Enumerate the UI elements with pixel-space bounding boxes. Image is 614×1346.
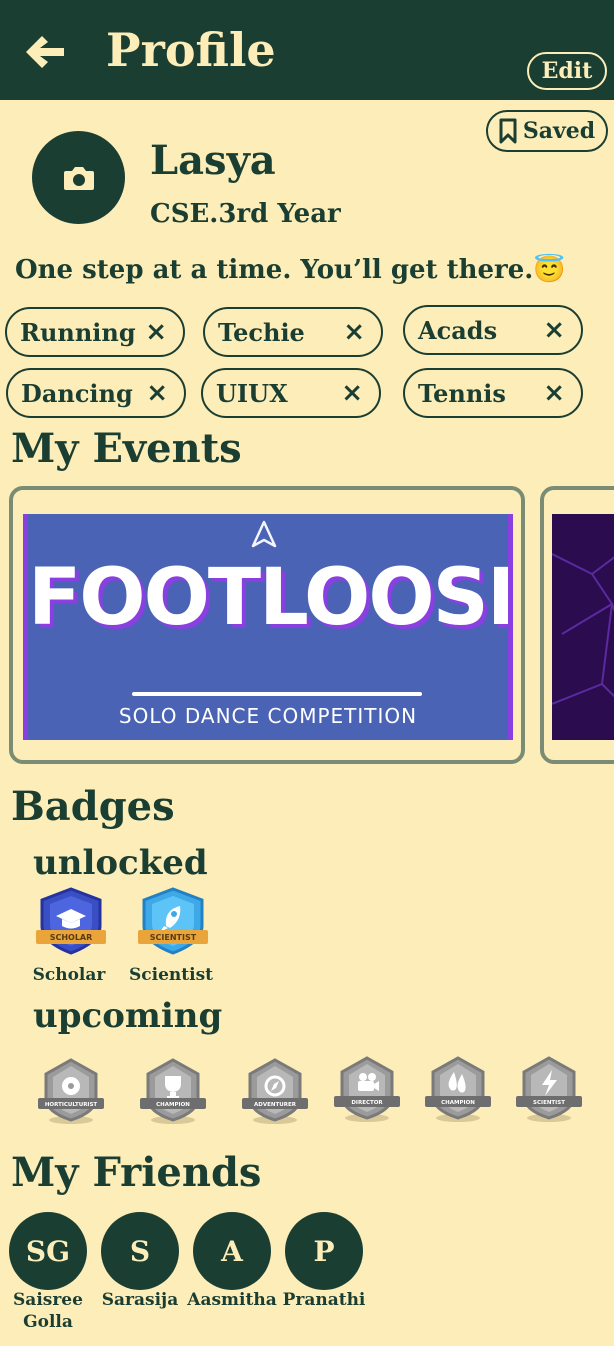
unlocked-heading: unlocked xyxy=(33,843,208,883)
badge-ribbon: CHAMPION xyxy=(156,1102,190,1108)
tag-label: Techie xyxy=(218,317,305,347)
event-logo-icon xyxy=(251,520,277,548)
tag-label: UIUX xyxy=(216,378,288,408)
bookmark-icon xyxy=(499,118,517,144)
camera-icon: DIRECTOR xyxy=(334,1056,400,1122)
profile-bio: One step at a time. You’ll get there.😇 xyxy=(15,255,566,285)
badge-ribbon: HORTICULTURIST xyxy=(45,1102,98,1108)
interest-tag: Tennis × xyxy=(403,368,583,418)
interest-tag: Dancing × xyxy=(6,368,186,418)
trophy-icon: CHAMPION xyxy=(140,1058,206,1124)
remove-tag-icon[interactable]: × xyxy=(343,317,365,347)
horticulturist-badge[interactable]: HORTICULTURIST xyxy=(36,1056,106,1130)
remove-tag-icon[interactable]: × xyxy=(543,315,565,345)
interest-tag: Techie × xyxy=(203,307,383,357)
app-header: Profile Edit xyxy=(0,0,614,100)
badge-ribbon: SCHOLAR xyxy=(50,933,93,942)
remove-tag-icon[interactable]: × xyxy=(341,378,363,408)
page-title: Profile xyxy=(106,23,276,77)
champion-badge[interactable]: CHAMPION xyxy=(423,1054,493,1128)
edit-button[interactable]: Edit xyxy=(527,52,607,90)
remove-tag-icon[interactable]: × xyxy=(146,378,168,408)
profile-name: Lasya xyxy=(150,137,276,184)
badge-ribbon: SCIENTIST xyxy=(150,933,197,942)
scientist-badge-label: Scientist xyxy=(129,965,213,985)
badges-heading: Badges xyxy=(11,783,175,830)
event-title: FOOTLOOSE xyxy=(28,553,513,643)
saved-button[interactable]: Saved xyxy=(486,110,608,152)
interest-tag: Running × xyxy=(5,307,185,357)
event-subtitle: SOLO DANCE COMPETITION xyxy=(118,704,418,728)
event-underline xyxy=(132,692,422,696)
remove-tag-icon[interactable]: × xyxy=(543,378,565,408)
saved-label: Saved xyxy=(522,118,596,144)
friend-avatar[interactable]: S xyxy=(101,1212,179,1290)
scientist-badge[interactable]: SCIENTIST xyxy=(136,886,210,960)
tag-label: Acads xyxy=(418,315,498,345)
friend-name: Aasmitha xyxy=(187,1290,277,1310)
remove-tag-icon[interactable]: × xyxy=(145,317,167,347)
friend-name: Pranathi xyxy=(282,1290,366,1310)
scholar-badge-label: Scholar xyxy=(32,965,106,985)
tag-label: Running xyxy=(20,317,136,347)
profile-avatar[interactable] xyxy=(32,131,125,224)
event-card[interactable]: FOOTLOOSE SOLO DANCE COMPETITION xyxy=(9,486,525,764)
camera-icon xyxy=(63,166,94,190)
rocket-icon: SCIENTIST xyxy=(138,887,208,955)
flower-icon: HORTICULTURIST xyxy=(38,1058,104,1124)
tag-label: Dancing xyxy=(21,378,133,408)
scholar-badge[interactable]: SCHOLAR xyxy=(34,886,108,960)
profile-year: CSE.3rd Year xyxy=(150,199,341,229)
director-badge[interactable]: DIRECTOR xyxy=(332,1054,402,1128)
graduation-cap-icon: SCHOLAR xyxy=(36,887,106,955)
friend-avatar[interactable]: P xyxy=(285,1212,363,1290)
champion-badge[interactable]: CHAMPION xyxy=(138,1056,208,1130)
friend-avatar[interactable]: A xyxy=(193,1212,271,1290)
drop-icon: CHAMPION xyxy=(425,1056,491,1122)
bolt-icon: SCIENTIST xyxy=(516,1056,582,1122)
friends-heading: My Friends xyxy=(11,1149,262,1196)
event-card[interactable] xyxy=(540,486,614,764)
badge-ribbon: CHAMPION xyxy=(441,1100,475,1106)
adventurer-badge[interactable]: ADVENTURER xyxy=(240,1056,310,1130)
scientist-upcoming-badge[interactable]: SCIENTIST xyxy=(514,1054,584,1128)
interest-tag: Acads × xyxy=(403,305,583,355)
friend-avatar[interactable]: SG xyxy=(9,1212,87,1290)
badge-ribbon: SCIENTIST xyxy=(533,1100,565,1106)
back-arrow-icon[interactable] xyxy=(22,32,66,72)
compass-icon: ADVENTURER xyxy=(242,1058,308,1124)
interest-tag: UIUX × xyxy=(201,368,381,418)
event-poster xyxy=(552,514,614,740)
events-heading: My Events xyxy=(11,425,242,472)
event-pattern-icon xyxy=(552,553,614,705)
friend-name: Saisree Golla xyxy=(13,1290,83,1332)
event-poster: FOOTLOOSE SOLO DANCE COMPETITION xyxy=(23,514,513,740)
tag-label: Tennis xyxy=(418,378,506,408)
upcoming-heading: upcoming xyxy=(33,996,223,1036)
badge-ribbon: DIRECTOR xyxy=(351,1100,383,1106)
badge-ribbon: ADVENTURER xyxy=(254,1102,297,1108)
friend-name: Sarasija xyxy=(101,1290,179,1310)
